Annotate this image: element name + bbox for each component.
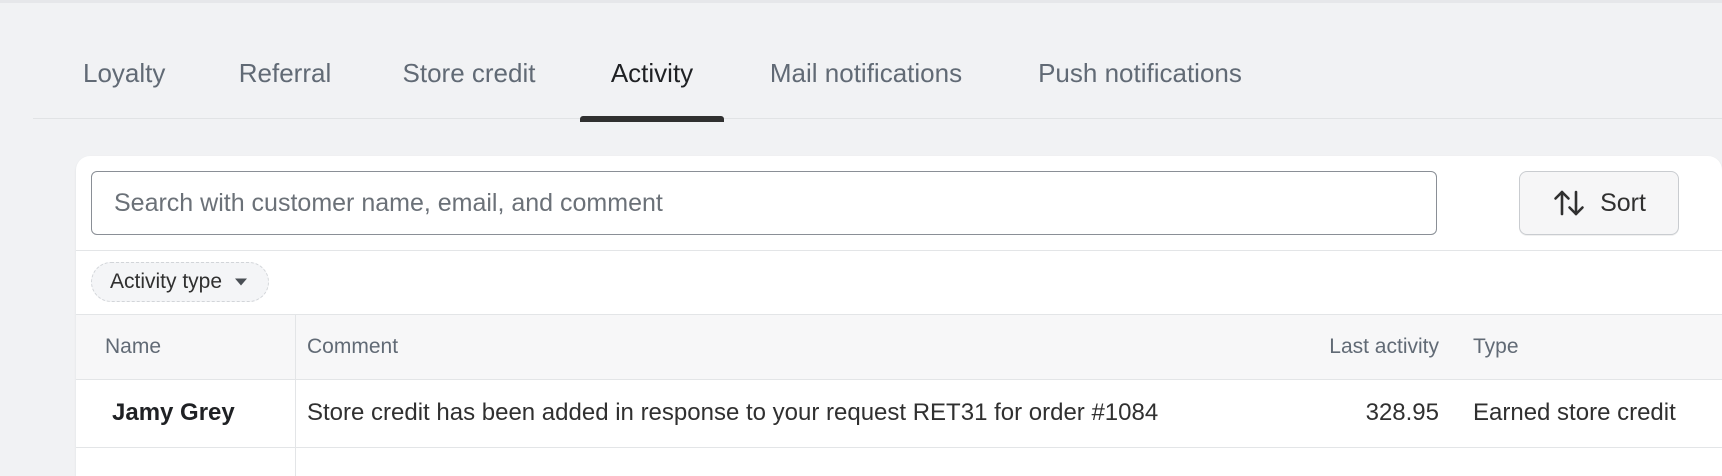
header-last-activity: Last activity [1329,335,1439,358]
tab-bar: Loyalty Referral Store credit Activity M… [33,28,1722,122]
header-comment: Comment [307,335,399,358]
sort-label: Sort [1600,188,1646,217]
tab-push-notifications[interactable]: Push notifications [1036,28,1244,118]
tab-referral[interactable]: Referral [238,28,332,118]
filter-label: Activity type [110,270,223,293]
active-tab-indicator [580,116,724,122]
table-header: Name Comment Last activity Type [76,314,1722,380]
tab-loyalty[interactable]: Loyalty [83,28,165,118]
cell-comment: Store credit has been added in response … [307,399,1159,426]
table-row[interactable]: Jamy Grey Store credit has been added in… [76,380,1722,448]
search-input[interactable] [91,171,1437,235]
sort-button[interactable]: Sort [1519,171,1679,235]
sort-arrows-icon [1554,190,1584,216]
cell-name: Jamy Grey [112,399,235,426]
header-name: Name [105,335,162,358]
caret-down-icon [235,278,248,286]
tab-label: Referral [238,58,332,88]
tab-label: Push notifications [1038,58,1242,88]
tab-store-credit[interactable]: Store credit [401,28,537,118]
header-type: Type [1473,335,1519,358]
tab-mail-notifications[interactable]: Mail notifications [767,28,965,118]
activity-card: Sort Activity type Name Comment Last act… [76,156,1722,476]
tab-activity[interactable]: Activity [580,28,724,122]
tab-label: Activity [610,58,694,88]
activity-type-filter[interactable]: Activity type [91,262,270,302]
tab-label: Loyalty [83,58,166,88]
tab-label: Store credit [402,58,536,88]
cell-last-activity: 328.95 [1365,399,1439,426]
divider [76,250,1722,251]
tab-label: Mail notifications [769,58,963,88]
cell-type: Earned store credit [1473,399,1676,426]
top-edge [0,0,1722,3]
